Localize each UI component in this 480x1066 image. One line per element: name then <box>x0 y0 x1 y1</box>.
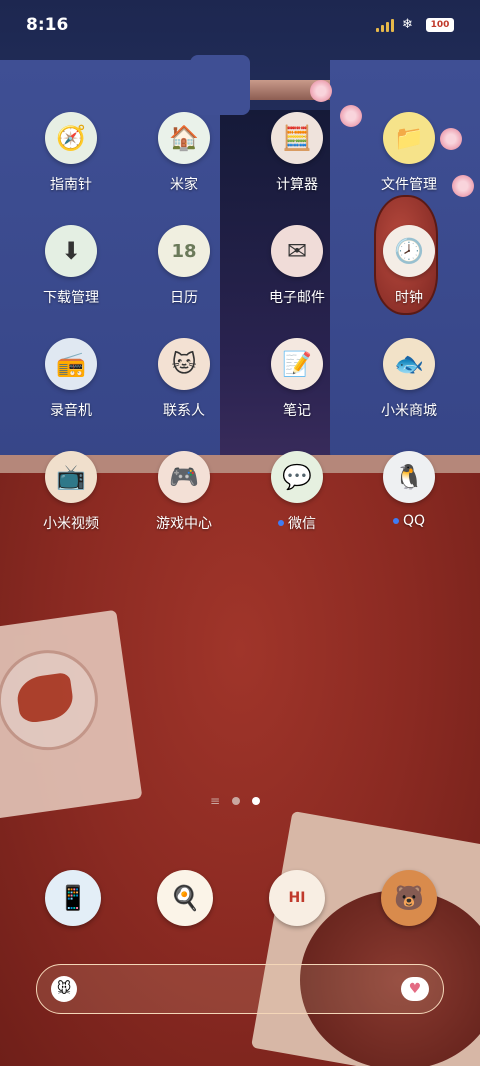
app-label: 米家 <box>170 174 198 194</box>
phone-icon[interactable]: 📱 <box>45 870 101 926</box>
app-label-text: 时钟 <box>395 290 423 306</box>
clock-icon[interactable]: 🕗 <box>383 225 435 277</box>
camera-icon[interactable]: 🐻 <box>381 870 437 926</box>
app-label: 微信 <box>278 513 316 533</box>
search-mascot-icon[interactable]: 🐭 <box>51 976 77 1002</box>
mail-icon[interactable]: ✉ <box>271 225 323 277</box>
app-label-text: 联系人 <box>163 403 205 419</box>
wechat-icon[interactable]: 💬 <box>271 451 323 503</box>
app-label-text: 笔记 <box>283 403 311 419</box>
status-icons: ❄ 100 <box>376 18 454 32</box>
app-label-text: 游戏中心 <box>156 516 212 532</box>
app-recorder[interactable]: 📻 录音机 <box>16 338 126 438</box>
page-dot-active[interactable] <box>252 797 261 805</box>
new-install-dot <box>392 518 399 524</box>
app-label: 笔记 <box>283 400 311 420</box>
app-label-text: 电子邮件 <box>269 290 325 306</box>
page-dot[interactable] <box>232 797 241 805</box>
contacts-icon[interactable]: 🐱 <box>158 338 210 390</box>
browser-icon[interactable]: 🍳 <box>157 870 213 926</box>
messages-icon[interactable]: HI <box>269 870 325 926</box>
app-download[interactable]: ⬇ 下载管理 <box>16 225 126 325</box>
app-calculator[interactable]: 🧮 计算器 <box>242 112 352 212</box>
app-label: 指南针 <box>50 174 92 194</box>
app-label: 小米视频 <box>43 513 99 533</box>
app-label-text: 文件管理 <box>381 177 437 193</box>
signal-icon <box>376 18 394 32</box>
app-mijia[interactable]: 🏠 米家 <box>129 112 239 212</box>
app-qq[interactable]: 🐧 QQ <box>354 451 464 551</box>
app-contacts[interactable]: 🐱 联系人 <box>129 338 239 438</box>
download-icon[interactable]: ⬇ <box>45 225 97 277</box>
app-label: 计算器 <box>276 174 318 194</box>
app-mi-video[interactable]: 📺 小米视频 <box>16 451 126 551</box>
app-label-text: 小米商城 <box>381 403 437 419</box>
compass-icon[interactable]: 🧭 <box>45 112 97 164</box>
app-label: 小米商城 <box>381 400 437 420</box>
app-label: 联系人 <box>163 400 205 420</box>
app-label: 电子邮件 <box>269 287 325 307</box>
recorder-icon[interactable]: 📻 <box>45 338 97 390</box>
app-compass[interactable]: 🧭 指南针 <box>16 112 126 212</box>
calendar-icon[interactable]: 18 <box>158 225 210 277</box>
app-label-text: 米家 <box>170 177 198 193</box>
app-mail[interactable]: ✉ 电子邮件 <box>242 225 352 325</box>
app-label-text: 指南针 <box>50 177 92 193</box>
app-clock[interactable]: 🕗 时钟 <box>354 225 464 325</box>
battery-icon: 100 <box>426 18 454 32</box>
mi-video-icon[interactable]: 📺 <box>45 451 97 503</box>
app-label-text: 小米视频 <box>43 516 99 532</box>
app-label-text: 日历 <box>170 290 198 306</box>
app-label: 文件管理 <box>381 174 437 194</box>
wifi-icon: ❄ <box>402 17 413 32</box>
new-install-dot <box>278 520 284 526</box>
app-game-center[interactable]: 🎮 游戏中心 <box>129 451 239 551</box>
status-bar: 8:16 ❄ 100 <box>0 0 480 50</box>
app-label: 日历 <box>170 287 198 307</box>
calculator-icon[interactable]: 🧮 <box>271 112 323 164</box>
wallpaper-blossom <box>310 80 332 102</box>
app-drawer-indicator[interactable]: ≡ <box>210 795 220 807</box>
qq-icon[interactable]: 🐧 <box>383 451 435 503</box>
app-label-text: 录音机 <box>50 403 92 419</box>
wallpaper-curtain-loop <box>190 55 250 115</box>
app-calendar[interactable]: 18 日历 <box>129 225 239 325</box>
app-label: 下载管理 <box>43 287 99 307</box>
app-wechat[interactable]: 💬 微信 <box>242 451 352 551</box>
search-bar[interactable]: 🐭 ♥ <box>36 964 444 1014</box>
app-label: 时钟 <box>395 287 423 307</box>
mijia-icon[interactable]: 🏠 <box>158 112 210 164</box>
folder-icon[interactable]: 📁 <box>383 112 435 164</box>
app-label: 录音机 <box>50 400 92 420</box>
notes-icon[interactable]: 📝 <box>271 338 323 390</box>
page-indicator[interactable]: ≡ <box>210 795 261 807</box>
app-label-text: 计算器 <box>276 177 318 193</box>
app-label-text: 下载管理 <box>43 290 99 306</box>
app-label: 游戏中心 <box>156 513 212 533</box>
game-center-icon[interactable]: 🎮 <box>158 451 210 503</box>
app-notes[interactable]: 📝 笔记 <box>242 338 352 438</box>
app-label-text: 微信 <box>288 516 316 532</box>
app-label: QQ <box>392 513 426 529</box>
voice-assistant-icon[interactable]: ♥ <box>401 977 429 1001</box>
app-mi-store[interactable]: 🐟 小米商城 <box>354 338 464 438</box>
status-time: 8:16 <box>26 15 69 35</box>
app-label-text: QQ <box>402 513 426 529</box>
app-folder[interactable]: 📁 文件管理 <box>354 112 464 212</box>
mi-store-icon[interactable]: 🐟 <box>383 338 435 390</box>
